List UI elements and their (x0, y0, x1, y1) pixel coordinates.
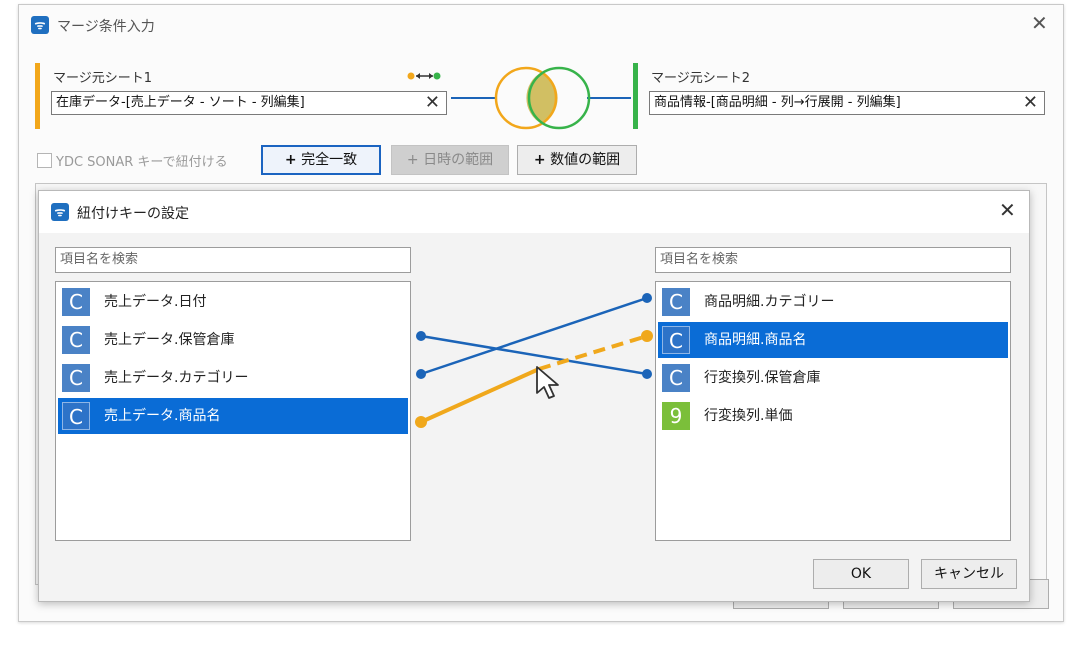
link-handle[interactable] (416, 331, 426, 341)
text-type-icon: C (662, 364, 690, 392)
right-field-list[interactable]: C 商品明細.カテゴリー C 商品明細.商品名 C 行変換列.保管倉庫 9 行変換列.単価 (655, 281, 1011, 541)
link-handle[interactable] (642, 293, 652, 303)
sheet1-field[interactable]: 在庫データ-[売上データ - ソート - 列編集] ✕ (51, 91, 447, 115)
list-item[interactable]: C 行変換列.保管倉庫 (658, 360, 1008, 396)
list-item-label: 売上データ.商品名 (104, 408, 221, 424)
ok-button[interactable]: OK (813, 559, 909, 589)
plus-icon: + (406, 152, 419, 168)
app-icon: ᯤ (31, 16, 49, 34)
ydc-sonar-checkbox[interactable] (37, 153, 52, 168)
left-field-list[interactable]: C 売上データ.日付 C 売上データ.保管倉庫 C 売上データ.カテゴリー C 売上データ.商… (55, 281, 411, 541)
numeric-range-button[interactable]: + 数値の範囲 (517, 145, 637, 175)
venn-icon (407, 66, 631, 130)
mouse-cursor-icon (536, 366, 559, 399)
number-type-icon: 9 (662, 402, 690, 430)
text-type-icon: C (662, 326, 690, 354)
text-type-icon: C (62, 402, 90, 430)
close-icon[interactable]: ✕ (1031, 11, 1048, 35)
ydc-sonar-label: YDC SONAR キーで紐付ける (56, 155, 228, 170)
inner-dialog-titlebar: ᯤ 紐付けキーの設定 ✕ (39, 191, 1029, 233)
exact-match-button[interactable]: + 完全一致 (261, 145, 381, 175)
link-line-product-name[interactable] (420, 367, 540, 424)
sheet2-value: 商品情報-[商品明細 - 列→行展開 - 列編集] (654, 95, 901, 110)
close-icon[interactable]: ✕ (999, 198, 1016, 222)
dialog-titlebar: ᯤ マージ条件入力 ✕ (19, 5, 1063, 45)
plus-icon: + (533, 152, 546, 168)
list-item-label: 行変換列.単価 (704, 408, 793, 424)
cancel-button[interactable]: キャンセル (921, 559, 1017, 589)
link-handle[interactable] (415, 416, 427, 428)
left-search-placeholder: 項目名を検索 (60, 252, 139, 267)
list-item-label: 商品明細.カテゴリー (704, 294, 835, 310)
link-handle[interactable] (642, 369, 652, 379)
sheet1-label: マージ元シート1 (53, 71, 153, 86)
plus-icon: + (284, 152, 297, 168)
list-item-label: 行変換列.保管倉庫 (704, 370, 821, 386)
text-type-icon: C (662, 288, 690, 316)
dialog-title: マージ条件入力 (57, 19, 155, 35)
list-item[interactable]: C 売上データ.カテゴリー (58, 360, 408, 396)
text-type-icon: C (62, 288, 90, 316)
list-item[interactable]: C 売上データ.日付 (58, 284, 408, 320)
list-item[interactable]: C 売上データ.商品名 (58, 398, 408, 434)
list-item-label: 売上データ.保管倉庫 (104, 332, 235, 348)
right-search-placeholder: 項目名を検索 (660, 252, 739, 267)
app-icon: ᯤ (51, 203, 69, 221)
link-line-category[interactable] (420, 296, 648, 376)
list-item[interactable]: C 商品明細.カテゴリー (658, 284, 1008, 320)
clear-sheet2-icon[interactable]: ✕ (1023, 92, 1038, 114)
list-item-label: 売上データ.日付 (104, 294, 207, 310)
link-handle[interactable] (416, 369, 426, 379)
date-range-label: 日時の範囲 (423, 152, 494, 168)
link-lines[interactable] (409, 281, 659, 431)
exact-match-label: 完全一致 (301, 152, 358, 168)
date-range-button[interactable]: + 日時の範囲 (391, 145, 509, 175)
sheet2-color-bar (633, 63, 638, 129)
right-search-input[interactable]: 項目名を検索 (655, 247, 1011, 273)
left-search-input[interactable]: 項目名を検索 (55, 247, 411, 273)
link-key-settings-dialog: ᯤ 紐付けキーの設定 ✕ 項目名を検索 C 売上データ.日付 C 売上データ.保管倉庫… (38, 190, 1030, 602)
list-item[interactable]: C 商品明細.商品名 (658, 322, 1008, 358)
inner-dialog-title: 紐付けキーの設定 (77, 206, 189, 222)
list-item-label: 商品明細.商品名 (704, 332, 807, 348)
text-type-icon: C (62, 364, 90, 392)
link-line-warehouse[interactable] (420, 334, 648, 376)
link-handle[interactable] (641, 330, 653, 342)
sheet1-color-bar (35, 63, 40, 129)
sheet2-label: マージ元シート2 (651, 71, 751, 86)
numeric-range-label: 数値の範囲 (550, 152, 621, 168)
list-item[interactable]: C 売上データ.保管倉庫 (58, 322, 408, 358)
text-type-icon: C (62, 326, 90, 354)
sheet1-value: 在庫データ-[売上データ - ソート - 列編集] (56, 95, 305, 110)
list-item-label: 売上データ.カテゴリー (104, 370, 249, 386)
list-item[interactable]: 9 行変換列.単価 (658, 398, 1008, 434)
sheet2-field[interactable]: 商品情報-[商品明細 - 列→行展開 - 列編集] ✕ (649, 91, 1045, 115)
